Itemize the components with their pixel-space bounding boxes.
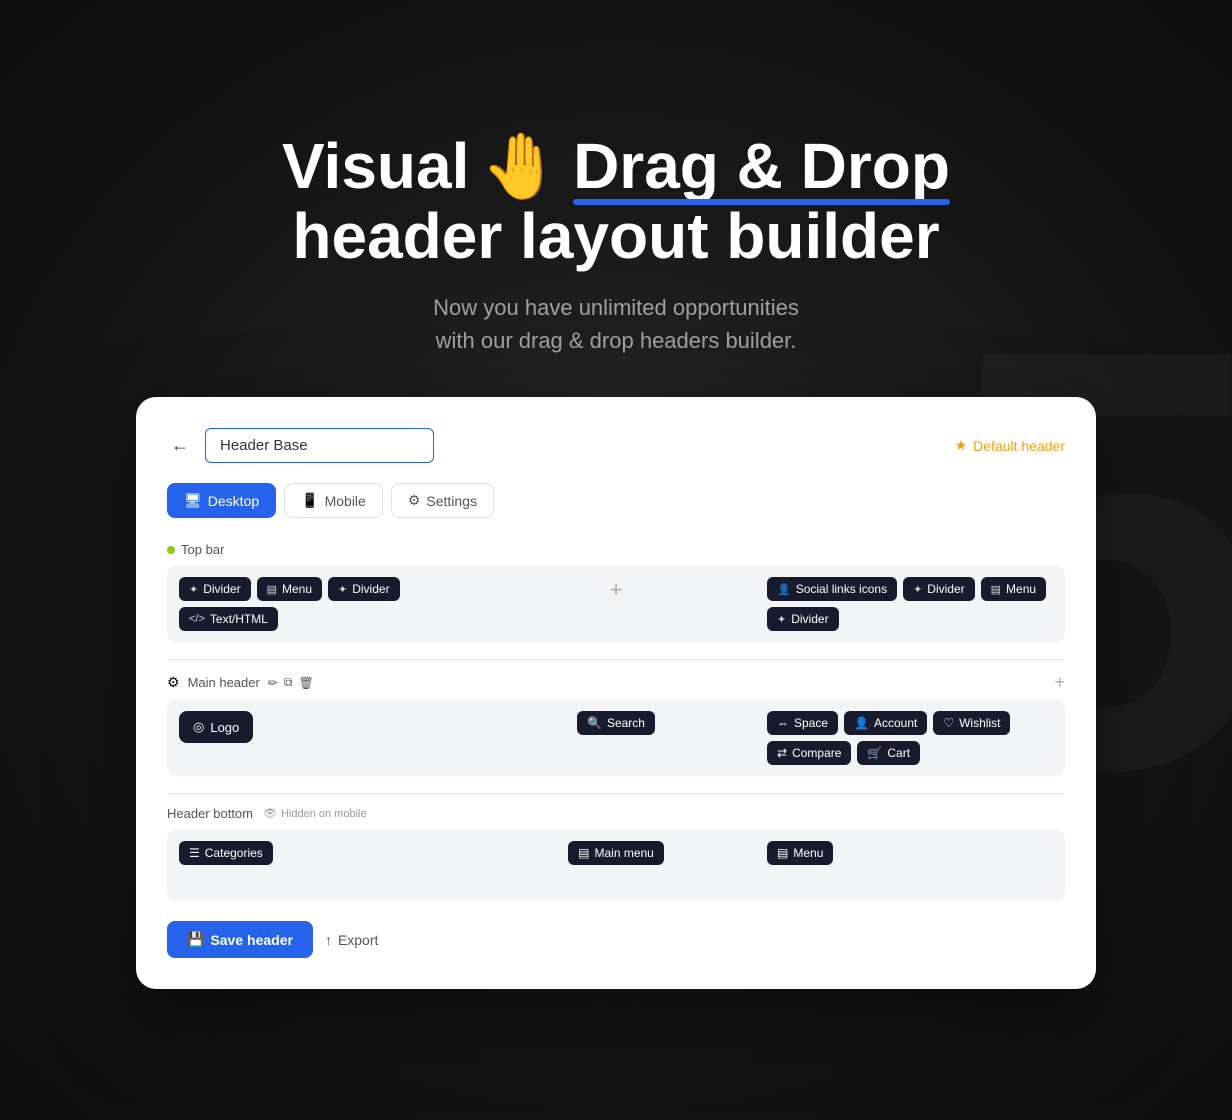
chip-logo[interactable]: ◎ Logo	[179, 711, 253, 743]
eye-icon: 👁	[263, 807, 277, 820]
chip-cart[interactable]: 🛒 Cart	[857, 741, 920, 765]
card-header: ← ★ Default header	[167, 428, 1065, 463]
hero-drag-drop-text: Drag & Drop	[573, 131, 950, 201]
star-icon: ★	[955, 437, 968, 454]
logo-icon: ◎	[193, 719, 204, 735]
menu-icon: ▤	[267, 583, 277, 596]
main-header-section-header: ⚙ Main header ✏ ⧉ 🗑 +	[167, 672, 1065, 693]
tab-settings[interactable]: ⚙ Settings	[391, 483, 494, 518]
menu-icon-3: ▤	[777, 846, 788, 860]
wishlist-icon: ♡	[943, 716, 954, 730]
search-icon: 🔍	[587, 716, 602, 730]
cart-icon: 🛒	[867, 746, 882, 760]
main-header-left-col: ◎ Logo	[179, 711, 465, 765]
account-icon: 👤	[854, 716, 869, 730]
copy-icon[interactable]: ⧉	[284, 675, 293, 690]
main-header-section: ⚙ Main header ✏ ⧉ 🗑 + ◎ Logo	[167, 672, 1065, 777]
chip-menu-1[interactable]: ▤ Menu	[257, 577, 322, 601]
chip-divider-3[interactable]: ✦ Divider	[903, 577, 975, 601]
chip-text-html[interactable]: </> Text/HTML	[179, 607, 278, 631]
ui-card: ← ★ Default header 🖥 Desktop 📱 Mobile ⚙ …	[136, 397, 1096, 989]
top-bar-row: ✦ Divider ▤ Menu ✦ Divider </> Text/HTML	[167, 565, 1065, 643]
hero-section: Visual 🤚 Drag & Drop header layout build…	[282, 131, 950, 358]
main-header-center-col: 🔍 Search	[473, 711, 759, 765]
tabs-row: 🖥 Desktop 📱 Mobile ⚙ Settings	[167, 483, 1065, 518]
settings-icon: ⚙	[408, 492, 421, 509]
move-icon: ✦	[189, 583, 198, 596]
categories-icon: ☰	[189, 846, 200, 860]
chip-divider-2[interactable]: ✦ Divider	[328, 577, 400, 601]
hero-hand-icon: 🤚	[481, 131, 561, 201]
chip-divider-1[interactable]: ✦ Divider	[179, 577, 251, 601]
active-dot	[167, 546, 175, 554]
page-wrapper: Visual 🤚 Drag & Drop header layout build…	[0, 91, 1232, 1030]
main-header-label: Main header	[188, 675, 260, 690]
top-bar-center-col: +	[473, 577, 759, 631]
chip-account[interactable]: 👤 Account	[844, 711, 927, 735]
main-header-row: ◎ Logo 🔍 Search ⇔ Space	[167, 699, 1065, 777]
divider-2	[167, 793, 1065, 794]
social-icon: 👤	[777, 583, 791, 596]
save-header-button[interactable]: 💾 Save header	[167, 921, 313, 958]
card-header-left: ←	[167, 428, 434, 463]
top-bar-section: Top bar ✦ Divider ▤ Menu ✦ Divider	[167, 542, 1065, 643]
hidden-on-mobile-label: 👁 Hidden on mobile	[263, 807, 367, 820]
header-name-input[interactable]	[205, 428, 434, 463]
save-icon: 💾	[187, 931, 204, 948]
top-bar-left-col: ✦ Divider ▤ Menu ✦ Divider </> Text/HTML	[179, 577, 465, 631]
export-icon: ↑	[325, 932, 332, 948]
hero-title-line2: header layout builder	[282, 201, 950, 271]
header-bottom-right-col: ▤ Menu	[767, 841, 1053, 889]
chip-wishlist[interactable]: ♡ Wishlist	[933, 711, 1010, 735]
chip-space[interactable]: ⇔ Space	[767, 711, 838, 735]
main-menu-icon: ▤	[578, 846, 589, 860]
compare-icon: ⇄	[777, 746, 787, 760]
default-header-badge: ★ Default header	[955, 437, 1065, 454]
top-bar-right-col: 👤 Social links icons ✦ Divider ▤ Menu ✦ …	[767, 577, 1053, 631]
mobile-icon: 📱	[301, 492, 318, 509]
back-button[interactable]: ←	[167, 431, 193, 460]
divider-1	[167, 659, 1065, 660]
tab-mobile[interactable]: 📱 Mobile	[284, 483, 383, 518]
html-icon: </>	[189, 613, 205, 625]
top-bar-add-button[interactable]: +	[610, 577, 623, 603]
trash-icon[interactable]: 🗑	[298, 676, 313, 690]
main-header-add-button[interactable]: +	[1054, 672, 1065, 693]
main-header-label-group: ⚙ Main header ✏ ⧉ 🗑	[167, 674, 314, 691]
chip-menu-3[interactable]: ▤ Menu	[767, 841, 833, 865]
move-icon-2: ✦	[338, 583, 347, 596]
header-bottom-left-col: ☰ Categories	[179, 841, 465, 889]
header-bottom-label: Header bottom 👁 Hidden on mobile	[167, 806, 1065, 821]
chip-divider-4[interactable]: ✦ Divider	[767, 607, 839, 631]
menu-icon-2: ▤	[991, 583, 1001, 596]
hero-visual-text: Visual	[282, 131, 469, 201]
tab-desktop[interactable]: 🖥 Desktop	[167, 483, 276, 518]
chip-social-links[interactable]: 👤 Social links icons	[767, 577, 897, 601]
move-icon-4: ✦	[777, 613, 786, 626]
edit-tools: ✏ ⧉ 🗑	[268, 675, 314, 690]
chip-categories[interactable]: ☰ Categories	[179, 841, 273, 865]
main-header-right-col: ⇔ Space 👤 Account ♡ Wishlist ⇄ Compare	[767, 711, 1053, 765]
chip-menu-2[interactable]: ▤ Menu	[981, 577, 1046, 601]
top-bar-label: Top bar	[167, 542, 1065, 557]
chip-search[interactable]: 🔍 Search	[577, 711, 655, 735]
hero-title-line1: Visual 🤚 Drag & Drop	[282, 131, 950, 201]
desktop-icon: 🖥	[184, 492, 202, 509]
card-footer: 💾 Save header ↑ Export	[167, 921, 1065, 958]
export-button[interactable]: ↑ Export	[325, 932, 378, 948]
space-icon: ⇔	[777, 716, 789, 730]
header-bottom-center-col: ▤ Main menu	[473, 841, 759, 889]
chip-compare[interactable]: ⇄ Compare	[767, 741, 851, 765]
header-bottom-row: ☰ Categories ▤ Main menu ▤ Menu	[167, 829, 1065, 901]
pencil-icon[interactable]: ✏	[268, 676, 278, 690]
chip-main-menu[interactable]: ▤ Main menu	[568, 841, 664, 865]
header-bottom-section: Header bottom 👁 Hidden on mobile ☰ Categ…	[167, 806, 1065, 901]
hero-subtitle: Now you have unlimited opportunities wit…	[282, 291, 950, 357]
move-icon-3: ✦	[913, 583, 922, 596]
gear-icon: ⚙	[167, 674, 180, 691]
